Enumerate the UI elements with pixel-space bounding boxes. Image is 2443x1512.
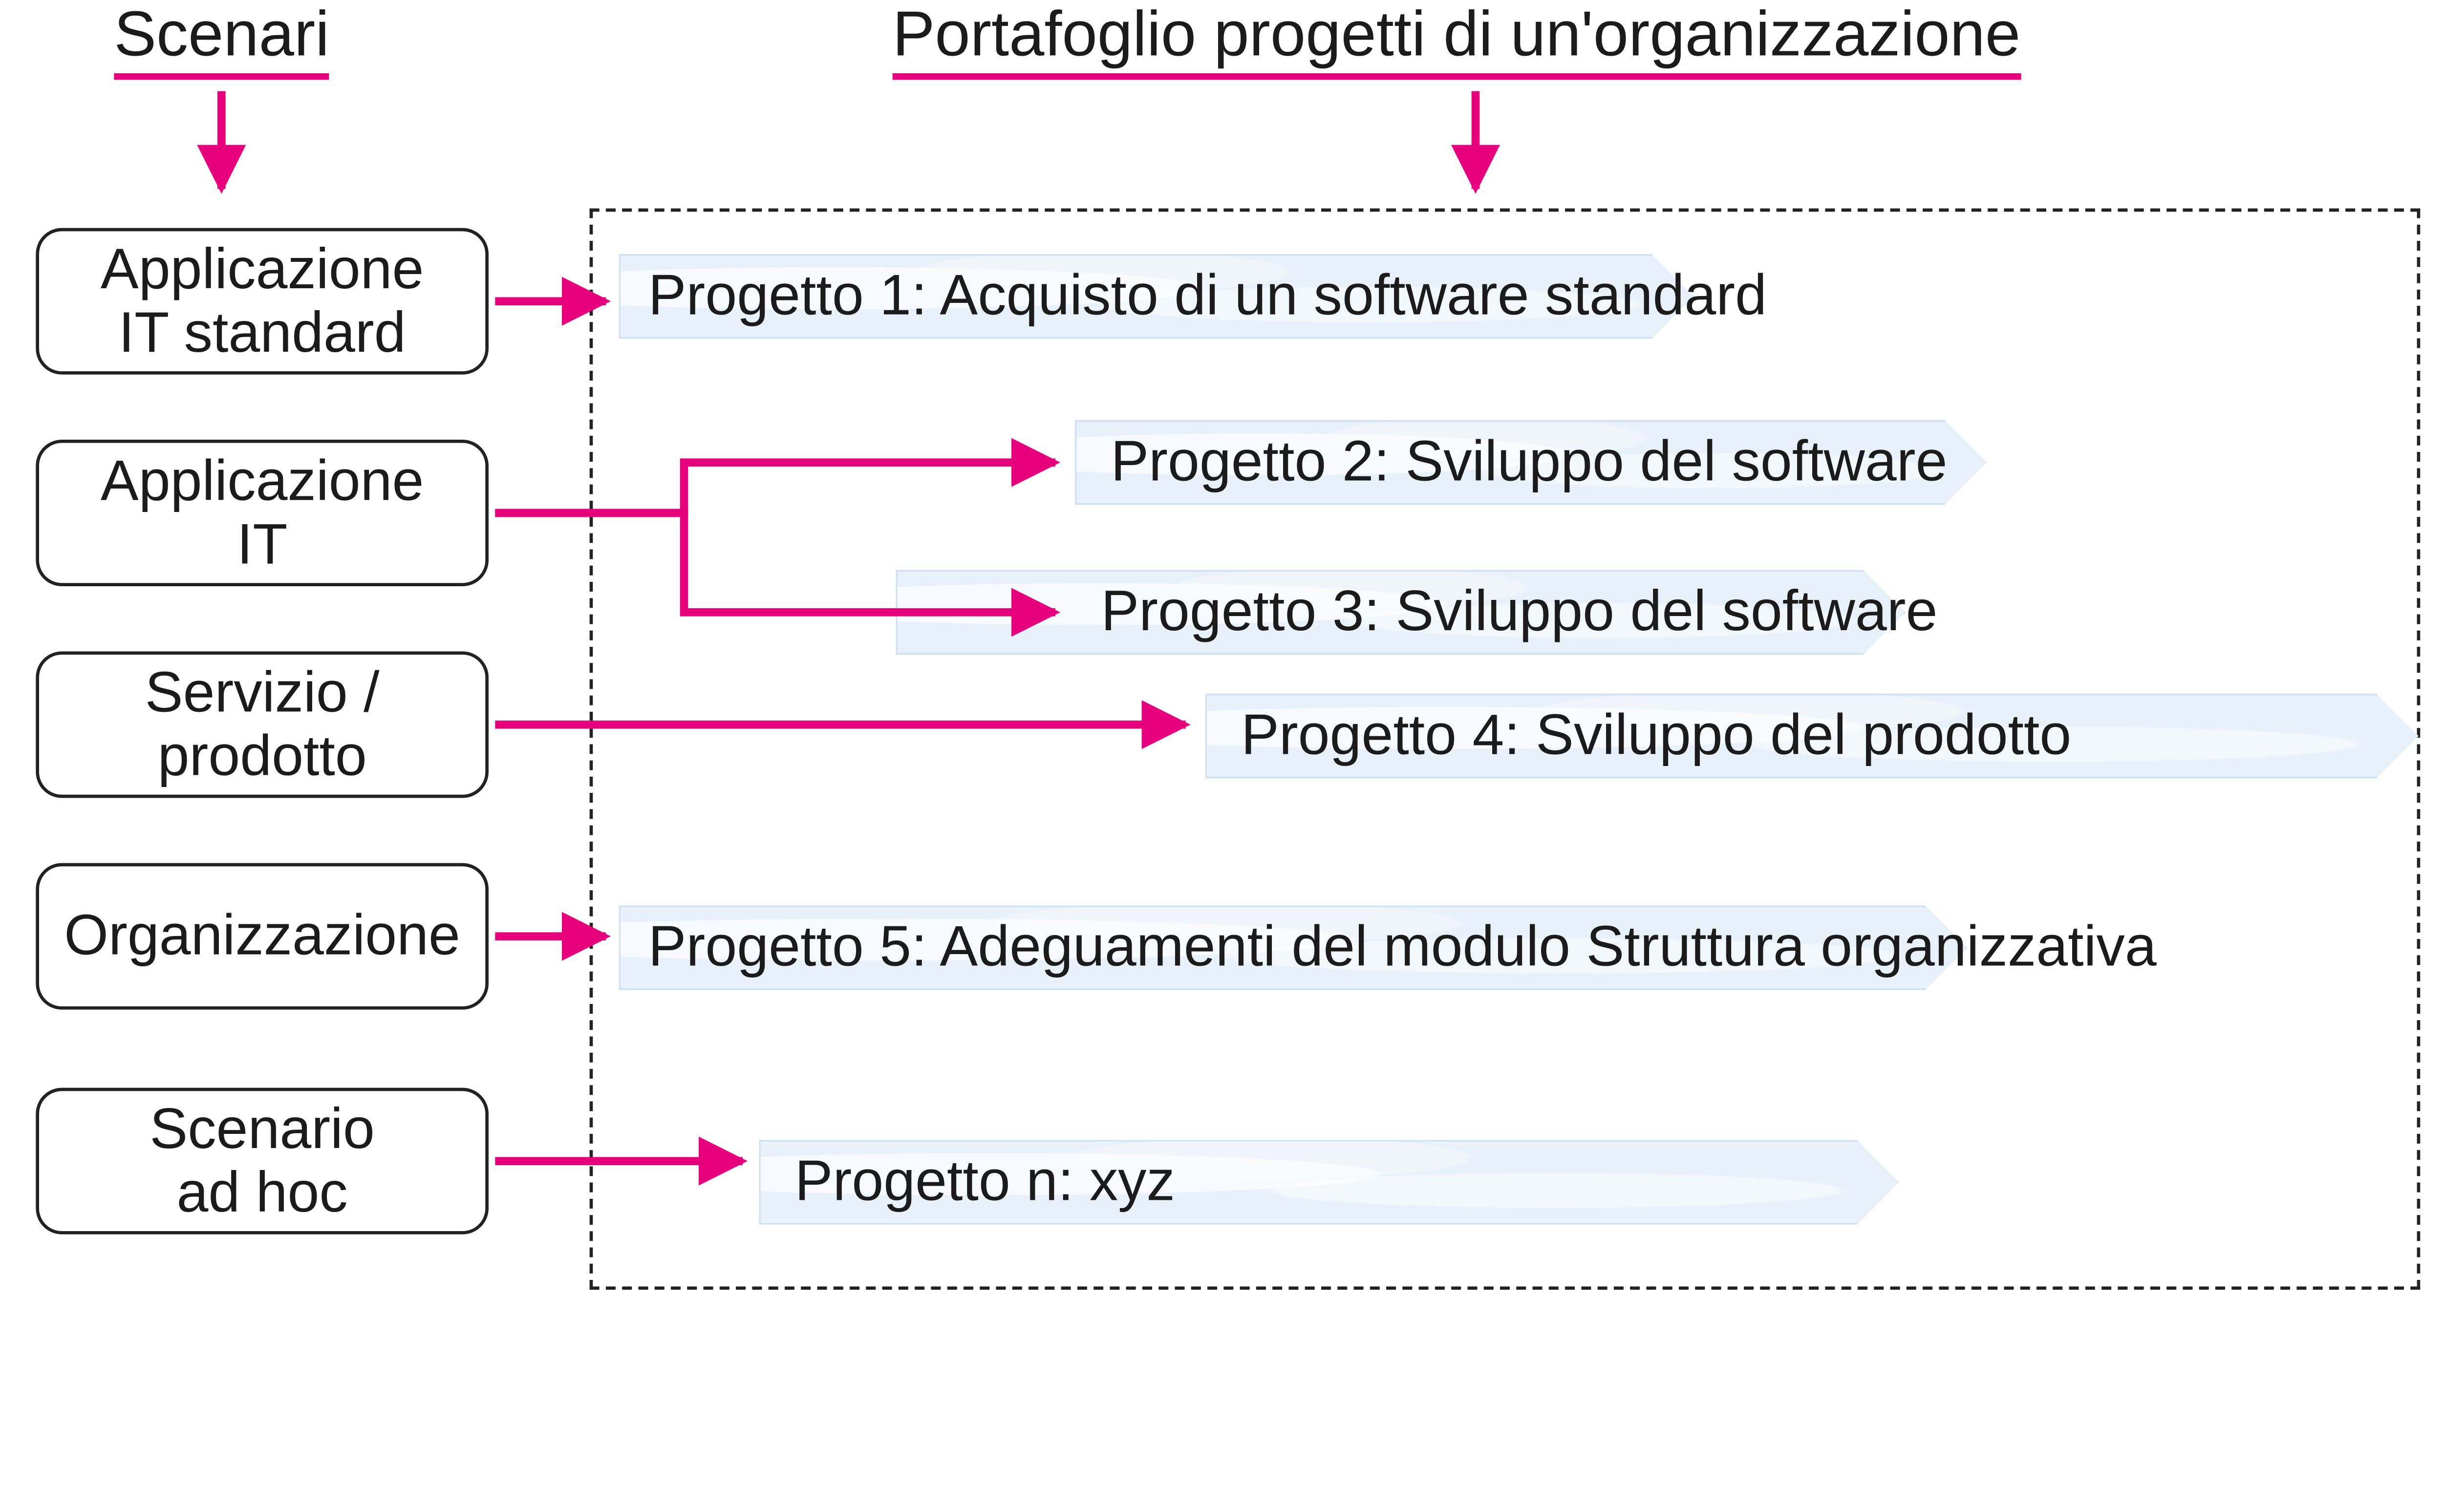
heading-portfolio: Portafoglio progetti di un'organizzazion… — [893, 0, 2021, 80]
scenario-service-product-label: Servizio /prodotto — [145, 661, 380, 788]
project-5-label: Progetto 5: Adeguamenti del modulo Strut… — [648, 915, 2157, 980]
scenario-it-label: ApplicazioneIT — [101, 449, 424, 576]
diagram-canvas: Scenari Portafoglio progetti di un'organ… — [0, 0, 2443, 1306]
scenario-adhoc: Scenarioad hoc — [36, 1088, 489, 1235]
scenario-it-standard-label: ApplicazioneIT standard — [101, 237, 424, 365]
project-3-label: Progetto 3: Sviluppo del software — [1101, 580, 1937, 645]
scenario-organization-label: Organizzazione — [64, 904, 460, 968]
heading-scenarios: Scenari — [114, 0, 329, 80]
project-1-label: Progetto 1: Acquisto di un software stan… — [648, 264, 1767, 329]
project-n-label: Progetto n: xyz — [795, 1150, 1175, 1214]
scenario-service-product: Servizio /prodotto — [36, 651, 489, 798]
scenario-organization: Organizzazione — [36, 863, 489, 1010]
project-2-label: Progetto 2: Sviluppo del software — [1111, 430, 1947, 495]
project-4-label: Progetto 4: Sviluppo del prodotto — [1241, 703, 2071, 768]
scenario-adhoc-label: Scenarioad hoc — [150, 1097, 374, 1225]
scenario-it: ApplicazioneIT — [36, 440, 489, 586]
scenario-it-standard: ApplicazioneIT standard — [36, 228, 489, 375]
